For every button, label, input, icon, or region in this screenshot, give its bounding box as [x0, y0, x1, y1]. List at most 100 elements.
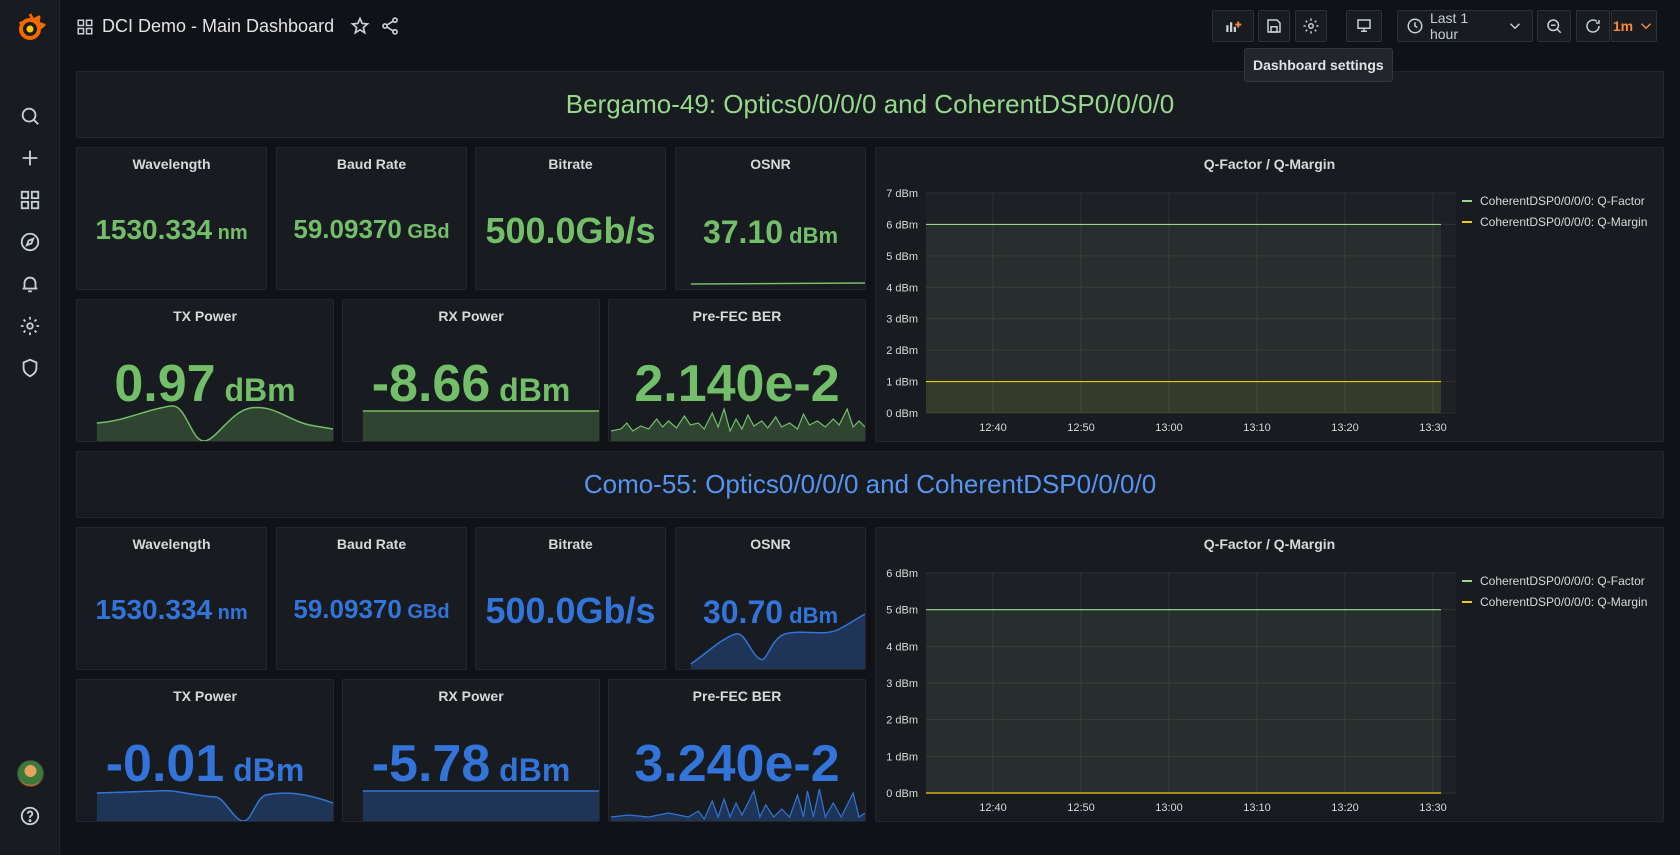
page-title[interactable]: DCI Demo - Main Dashboard — [102, 16, 334, 37]
stat-value: 37.10 dBm — [702, 214, 839, 250]
compass-icon[interactable] — [14, 226, 46, 258]
legend-item-q-margin[interactable]: CoherentDSP0/0/0/0: Q-Margin — [1462, 591, 1647, 612]
stat-panel-rx-power[interactable]: RX Power -5.78 dBm — [342, 679, 600, 822]
zoom-out-button[interactable] — [1537, 10, 1571, 42]
stat-panel-baud-rate[interactable]: Baud Rate 59.09370 GBd — [276, 147, 467, 290]
stat-panel-bitrate[interactable]: Bitrate 500.0Gb/s — [475, 527, 666, 670]
stat-panel-tx-power[interactable]: TX Power -0.01 dBm — [76, 679, 334, 822]
stat-value: 1530.334 nm — [95, 594, 248, 625]
x-tick-label: 12:50 — [1067, 422, 1095, 434]
stat-value: 59.09370 GBd — [293, 214, 450, 244]
panel-title: Wavelength — [132, 536, 211, 552]
row-title-bergamo: Bergamo-49: Optics0/0/0/0 and CoherentDS… — [76, 71, 1664, 138]
stat-panel-pre-fec-ber[interactable]: Pre-FEC BER 3.240e-2 — [608, 679, 866, 822]
legend-item-q-factor[interactable]: CoherentDSP0/0/0/0: Q-Factor — [1462, 570, 1647, 591]
series-area-q-factor — [926, 609, 1441, 793]
dashboard-settings-tooltip: Dashboard settings — [1244, 48, 1393, 82]
y-tick-label: 1 dBm — [886, 751, 918, 763]
panel-title: OSNR — [750, 156, 791, 172]
qfactor-graph-panel-como[interactable]: Q-Factor / Q-Margin 0 dBm 1 dBm 2 dBm 3 dBm… — [875, 527, 1664, 822]
x-tick-label: 13:10 — [1243, 802, 1271, 814]
graph-legend: CoherentDSP0/0/0/0: Q-Factor CoherentDSP… — [1462, 190, 1647, 232]
cycle-view-mode-button[interactable] — [1346, 10, 1382, 42]
search-icon[interactable] — [14, 100, 46, 132]
stat-value: 500.0Gb/s — [485, 590, 656, 631]
x-tick-label: 13:30 — [1419, 802, 1447, 814]
gear-icon[interactable] — [14, 310, 46, 342]
legend-item-q-factor[interactable]: CoherentDSP0/0/0/0: Q-Factor — [1462, 190, 1647, 211]
save-dashboard-button[interactable] — [1258, 10, 1290, 42]
refresh-interval-picker[interactable]: 1m — [1611, 10, 1657, 42]
stat-panel-tx-power[interactable]: TX Power 0.97 dBm — [76, 299, 334, 442]
help-icon[interactable] — [14, 800, 46, 832]
stat-value: 30.70 dBm — [702, 594, 839, 630]
y-tick-label: 4 dBm — [886, 641, 918, 653]
x-tick-label: 13:00 — [1155, 422, 1183, 434]
rx-power-sparkline — [362, 410, 599, 441]
avatar[interactable] — [17, 760, 44, 787]
add-panel-button[interactable] — [1212, 10, 1254, 42]
top-bar: DCI Demo - Main Dashboard Last 1 hour 1m — [60, 0, 1680, 56]
stat-panel-baud-rate[interactable]: Baud Rate 59.09370 GBd — [276, 527, 467, 670]
panel-title: Baud Rate — [336, 156, 407, 172]
x-tick-label: 12:40 — [979, 802, 1007, 814]
clock-icon — [1407, 18, 1423, 34]
stat-value: -0.01 dBm — [105, 735, 305, 793]
share-icon[interactable] — [380, 16, 400, 36]
panel-title: Pre-FEC BER — [692, 688, 782, 704]
panel-title: TX Power — [173, 308, 237, 324]
y-tick-label: 5 dBm — [886, 251, 918, 263]
stat-panel-wavelength[interactable]: Wavelength 1530.334 nm — [76, 527, 267, 670]
y-tick-label: 3 dBm — [886, 314, 918, 326]
panel-title: Bitrate — [548, 156, 593, 172]
stat-panel-wavelength[interactable]: Wavelength 1530.334 nm — [76, 147, 267, 290]
graph-legend: CoherentDSP0/0/0/0: Q-Factor CoherentDSP… — [1462, 570, 1647, 612]
y-tick-label: 6 dBm — [886, 568, 918, 580]
y-tick-label: 3 dBm — [886, 678, 918, 690]
dashboards-icon[interactable] — [14, 184, 46, 216]
refresh-button[interactable] — [1576, 10, 1610, 42]
panel-title: OSNR — [750, 536, 791, 552]
x-tick-label: 13:00 — [1155, 802, 1183, 814]
x-tick-label: 13:30 — [1419, 422, 1447, 434]
y-tick-label: 2 dBm — [886, 345, 918, 357]
bell-icon[interactable] — [14, 268, 46, 300]
series-area-q-margin — [926, 381, 1441, 413]
chevron-down-icon — [1509, 23, 1521, 30]
panel-title: Wavelength — [132, 156, 211, 172]
stat-value: 59.09370 GBd — [293, 594, 450, 624]
y-tick-label: 2 dBm — [886, 715, 918, 727]
star-icon[interactable] — [350, 16, 370, 36]
stat-panel-bitrate[interactable]: Bitrate 500.0Gb/s — [475, 147, 666, 290]
legend-item-q-margin[interactable]: CoherentDSP0/0/0/0: Q-Margin — [1462, 211, 1647, 232]
row-title-como: Como-55: Optics0/0/0/0 and CoherentDSP0/… — [76, 451, 1664, 518]
x-tick-label: 13:10 — [1243, 422, 1271, 434]
chevron-down-icon — [1641, 23, 1652, 30]
sidebar — [0, 0, 60, 855]
time-picker-button[interactable]: Last 1 hour — [1397, 10, 1533, 42]
y-tick-label: 7 dBm — [886, 188, 918, 200]
osnr-sparkline — [690, 282, 865, 285]
panel-title: RX Power — [438, 688, 504, 704]
y-tick-label: 4 dBm — [886, 282, 918, 294]
stat-value: 500.0Gb/s — [485, 210, 656, 251]
panel-title: RX Power — [438, 308, 504, 324]
stat-panel-osnr[interactable]: OSNR 30.70 dBm — [675, 527, 866, 670]
refresh-interval-label: 1m — [1612, 18, 1634, 34]
y-tick-label: 0 dBm — [886, 788, 918, 800]
dashboards-grid-icon — [76, 18, 94, 36]
panel-title: TX Power — [173, 688, 237, 704]
panel-title: Pre-FEC BER — [692, 308, 782, 324]
tx-power-sparkline — [96, 405, 333, 441]
stat-panel-osnr[interactable]: OSNR 37.10 dBm — [675, 147, 866, 290]
x-tick-label: 13:20 — [1331, 422, 1359, 434]
grafana-logo-icon[interactable] — [12, 10, 48, 46]
shield-icon[interactable] — [14, 352, 46, 384]
stat-panel-pre-fec-ber[interactable]: Pre-FEC BER 2.140e-2 — [608, 299, 866, 442]
stat-panel-rx-power[interactable]: RX Power -8.66 dBm — [342, 299, 600, 442]
plus-icon[interactable] — [14, 142, 46, 174]
qfactor-graph-panel-bergamo[interactable]: Q-Factor / Q-Margin 0 dBm 1 dBm 2 dBm 3 dBm… — [875, 147, 1664, 442]
x-tick-label: 12:40 — [979, 422, 1007, 434]
dashboard-settings-button[interactable] — [1295, 10, 1327, 42]
y-tick-label: 6 dBm — [886, 219, 918, 231]
